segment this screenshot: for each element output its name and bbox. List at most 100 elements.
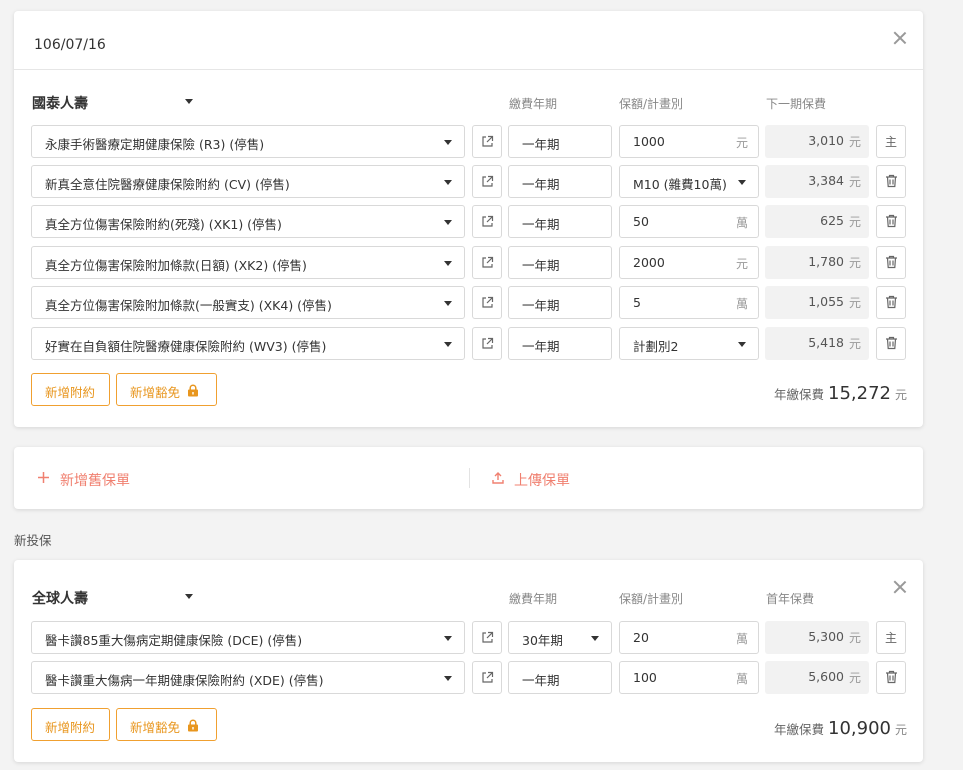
amount-input[interactable]: 50 萬 <box>619 205 759 238</box>
premium-value: 5,300 元 <box>765 621 869 654</box>
trash-icon <box>886 336 897 350</box>
chevron-down-icon <box>444 261 452 266</box>
plan-select[interactable]: 永康手術醫療定期健康保險 (R3) (停售) <box>31 125 465 158</box>
delete-button[interactable] <box>876 246 906 279</box>
chevron-down-icon <box>444 220 452 225</box>
open-external-button[interactable] <box>472 205 502 238</box>
annual-premium-total: 年繳保費 15,272 元 <box>773 383 907 404</box>
external-link-icon <box>482 256 494 268</box>
plan-select[interactable]: 真全方位傷害保險附加條款(一般實支) (XK4) (停售) <box>31 286 465 319</box>
chevron-down-icon <box>738 180 746 185</box>
chevron-down-icon <box>444 676 452 681</box>
delete-button[interactable] <box>876 165 906 198</box>
amount-input[interactable]: 2000 元 <box>619 246 759 279</box>
chevron-down-icon[interactable] <box>185 594 193 599</box>
table-header: 國泰人壽 繳費年期 保額/計畫別 下一期保費 <box>14 93 923 113</box>
company-select[interactable]: 國泰人壽 <box>32 93 88 113</box>
premium-value: 5,418 元 <box>765 327 869 360</box>
external-link-icon <box>482 175 494 187</box>
chevron-down-icon <box>444 180 452 185</box>
external-link-icon <box>482 215 494 227</box>
period-select[interactable]: 30年期 <box>508 621 612 654</box>
premium-value: 3,384 元 <box>765 165 869 198</box>
col-amount: 保額/計畫別 <box>619 97 684 111</box>
table-row: 醫卡讚85重大傷病定期健康保險 (DCE) (停售) 30年期 20 萬 5,30… <box>31 621 909 654</box>
period-field[interactable]: 一年期 <box>508 327 612 360</box>
new-enrollment-label: 新投保 <box>14 533 52 548</box>
new-policy-card: 全球人壽 繳費年期 保額/計畫別 首年保費 醫卡讚85重大傷病定期健康保險 (D… <box>14 560 923 762</box>
table-row: 好實在自負額住院醫療健康保險附約 (WV3) (停售) 一年期 計劃別2 5,4… <box>31 327 909 360</box>
main-plan-button[interactable]: 主 <box>876 125 906 158</box>
table-row: 真全方位傷害保險附約(死殘) (XK1) (停售) 一年期 50 萬 625 元 <box>31 205 909 238</box>
upload-policy-button[interactable]: 上傳保單 <box>470 447 923 509</box>
delete-button[interactable] <box>876 286 906 319</box>
external-link-icon <box>482 631 494 643</box>
table-row: 真全方位傷害保險附加條款(一般實支) (XK4) (停售) 一年期 5萬 1,0… <box>31 286 909 319</box>
add-old-policy-button[interactable]: 新增舊保單 <box>14 447 469 509</box>
chevron-down-icon <box>444 636 452 641</box>
open-external-button[interactable] <box>472 661 502 694</box>
open-external-button[interactable] <box>472 621 502 654</box>
close-icon[interactable] <box>893 31 907 45</box>
col-period: 繳費年期 <box>509 97 558 111</box>
add-waiver-button[interactable]: 新增豁免 <box>116 708 217 741</box>
add-waiver-button[interactable]: 新增豁免 <box>116 373 217 406</box>
policy-actions-card: 新增舊保單 上傳保單 <box>14 447 923 509</box>
external-link-icon <box>482 671 494 683</box>
period-field[interactable]: 一年期 <box>508 205 612 238</box>
table-row: 新真全意住院醫療健康保險附約 (CV) (停售) 一年期 M10 (雜費10萬)… <box>31 165 909 198</box>
add-rider-button[interactable]: 新增附約 <box>31 708 110 741</box>
period-field[interactable]: 一年期 <box>508 286 612 319</box>
amount-input[interactable]: 1000 元 <box>619 125 759 158</box>
premium-value: 5,600 元 <box>765 661 869 694</box>
col-premium: 下一期保費 <box>766 97 827 111</box>
table-row: 真全方位傷害保險附加條款(日額) (XK2) (停售) 一年期 2000 元 1,… <box>31 246 909 279</box>
trash-icon <box>886 255 897 269</box>
trash-icon <box>886 295 897 309</box>
period-field[interactable]: 一年期 <box>508 246 612 279</box>
delete-button[interactable] <box>876 661 906 694</box>
chevron-down-icon <box>444 140 452 145</box>
plan-select[interactable]: 好實在自負額住院醫療健康保險附約 (WV3) (停售) <box>31 327 465 360</box>
table-row: 永康手術醫療定期健康保險 (R3) (停售) 一年期 1000 元 3,010 元 … <box>31 125 909 158</box>
plus-icon <box>38 472 49 483</box>
company-select[interactable]: 全球人壽 <box>32 588 88 608</box>
amount-input[interactable]: 5萬 <box>619 286 759 319</box>
col-period: 繳費年期 <box>509 592 558 606</box>
plan-select[interactable]: 真全方位傷害保險附約(死殘) (XK1) (停售) <box>31 205 465 238</box>
plan-select[interactable]: 醫卡讚85重大傷病定期健康保險 (DCE) (停售) <box>31 621 465 654</box>
upload-icon <box>492 472 504 484</box>
table-header: 全球人壽 繳費年期 保額/計畫別 首年保費 <box>14 588 923 608</box>
plan-select[interactable]: 醫卡讚重大傷病一年期健康保險附約 (XDE) (停售) <box>31 661 465 694</box>
amount-select[interactable]: 計劃別2 <box>619 327 759 360</box>
amount-select[interactable]: M10 (雜費10萬) <box>619 165 759 198</box>
chevron-down-icon <box>591 636 599 641</box>
trash-icon <box>886 670 897 684</box>
open-external-button[interactable] <box>472 246 502 279</box>
premium-value: 3,010 元 <box>765 125 869 158</box>
period-field[interactable]: 一年期 <box>508 661 612 694</box>
annual-premium-total: 年繳保費 10,900 元 <box>773 718 907 739</box>
open-external-button[interactable] <box>472 327 502 360</box>
open-external-button[interactable] <box>472 286 502 319</box>
open-external-button[interactable] <box>472 165 502 198</box>
add-rider-button[interactable]: 新增附約 <box>31 373 110 406</box>
delete-button[interactable] <box>876 205 906 238</box>
table-row: 醫卡讚重大傷病一年期健康保險附約 (XDE) (停售) 一年期 100 萬 5,6… <box>31 661 909 694</box>
plan-select[interactable]: 新真全意住院醫療健康保險附約 (CV) (停售) <box>31 165 465 198</box>
open-external-button[interactable] <box>472 125 502 158</box>
premium-value: 1,780 元 <box>765 246 869 279</box>
chevron-down-icon[interactable] <box>185 99 193 104</box>
amount-input[interactable]: 20 萬 <box>619 621 759 654</box>
existing-policy-card: 106/07/16 國泰人壽 繳費年期 保額/計畫別 下一期保費 永康手術醫療定… <box>14 11 923 427</box>
chevron-down-icon <box>444 301 452 306</box>
plan-select[interactable]: 真全方位傷害保險附加條款(日額) (XK2) (停售) <box>31 246 465 279</box>
period-field[interactable]: 一年期 <box>508 125 612 158</box>
trash-icon <box>886 174 897 188</box>
main-plan-button[interactable]: 主 <box>876 621 906 654</box>
period-field[interactable]: 一年期 <box>508 165 612 198</box>
lock-icon <box>188 719 198 732</box>
delete-button[interactable] <box>876 327 906 360</box>
amount-input[interactable]: 100 萬 <box>619 661 759 694</box>
trash-icon <box>886 214 897 228</box>
